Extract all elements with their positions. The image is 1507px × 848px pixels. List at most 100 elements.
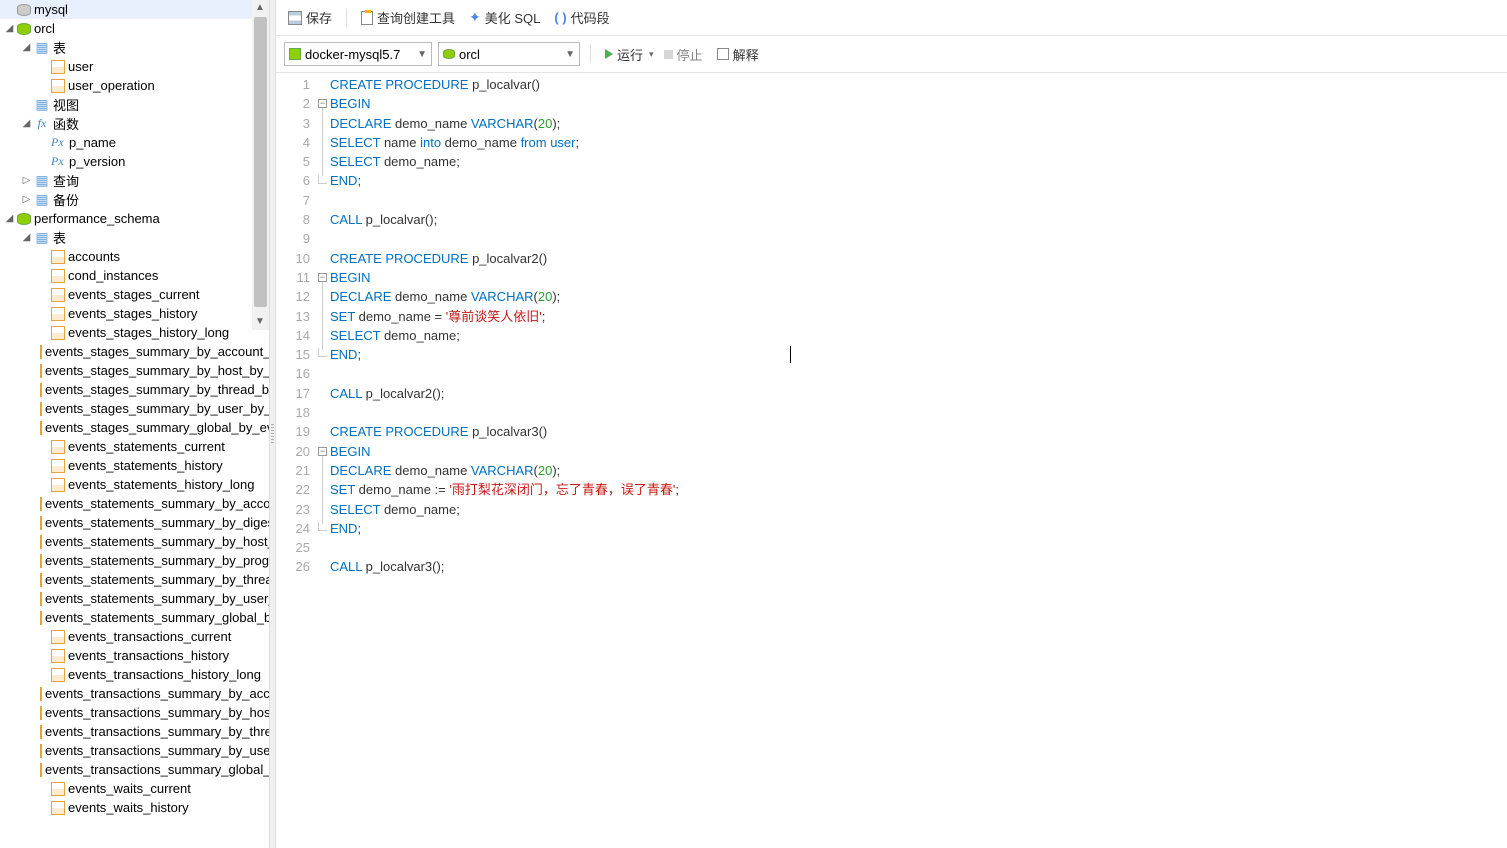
expand-icon[interactable] bbox=[38, 327, 49, 338]
folder-tables[interactable]: ◢表 bbox=[0, 38, 269, 57]
code-line[interactable]: SELECT demo_name; bbox=[330, 326, 1507, 345]
explain-button[interactable]: 解释 bbox=[713, 43, 763, 66]
code-line[interactable]: DECLARE demo_name VARCHAR(20); bbox=[330, 287, 1507, 306]
table-user[interactable]: user bbox=[0, 57, 269, 76]
table-events_stages_summary_global_by_event_name[interactable]: events_stages_summary_global_by_event_na… bbox=[0, 418, 269, 437]
fold-toggle[interactable]: − bbox=[318, 99, 327, 108]
folder-tables-perf[interactable]: ◢表 bbox=[0, 228, 269, 247]
code-line[interactable] bbox=[330, 403, 1507, 422]
stop-button[interactable]: 停止 bbox=[660, 43, 707, 66]
fold-toggle[interactable]: − bbox=[318, 273, 327, 282]
expand-icon[interactable]: ◢ bbox=[21, 232, 32, 243]
code-line[interactable] bbox=[330, 364, 1507, 383]
db-performance-schema[interactable]: ◢performance_schema bbox=[0, 209, 269, 228]
code-line[interactable]: CREATE PROCEDURE p_localvar() bbox=[330, 75, 1507, 94]
database-combo[interactable]: orcl ▼ bbox=[438, 42, 580, 66]
beautify-button[interactable]: ✦ 美化 SQL bbox=[465, 6, 544, 29]
code-line[interactable]: BEGIN bbox=[330, 442, 1507, 461]
code-line[interactable]: DECLARE demo_name VARCHAR(20); bbox=[330, 461, 1507, 480]
code-line[interactable]: SELECT demo_name; bbox=[330, 500, 1507, 519]
table-events_transactions_summary_by_host_by_event_name[interactable]: events_transactions_summary_by_host_by_e… bbox=[0, 703, 269, 722]
table-events_stages_history[interactable]: events_stages_history bbox=[0, 304, 269, 323]
expand-icon[interactable] bbox=[38, 650, 49, 661]
table-events_transactions_summary_by_thread_by_event_name[interactable]: events_transactions_summary_by_thread_by… bbox=[0, 722, 269, 741]
code-line[interactable]: END; bbox=[330, 171, 1507, 190]
func-p_name[interactable]: Pxp_name bbox=[0, 133, 269, 152]
code-line[interactable]: CREATE PROCEDURE p_localvar3() bbox=[330, 422, 1507, 441]
table-events_stages_summary_by_user_by_event_name[interactable]: events_stages_summary_by_user_by_event_n… bbox=[0, 399, 269, 418]
code-area[interactable]: CREATE PROCEDURE p_localvar()BEGINDECLAR… bbox=[330, 75, 1507, 848]
table-events_statements_history_long[interactable]: events_statements_history_long bbox=[0, 475, 269, 494]
code-line[interactable] bbox=[330, 538, 1507, 557]
expand-icon[interactable] bbox=[38, 251, 49, 262]
db-mysql[interactable]: mysql bbox=[0, 0, 269, 19]
table-events_statements_summary_global_by_event_name[interactable]: events_statements_summary_global_by_even… bbox=[0, 608, 269, 627]
table-accounts[interactable]: accounts bbox=[0, 247, 269, 266]
folder-query[interactable]: ▷查询 bbox=[0, 171, 269, 190]
expand-icon[interactable]: ▷ bbox=[21, 175, 32, 186]
code-line[interactable]: CREATE PROCEDURE p_localvar2() bbox=[330, 249, 1507, 268]
scrollbar-thumb[interactable] bbox=[254, 17, 267, 307]
sql-editor[interactable]: 1234567891011121314151617181920212223242… bbox=[276, 73, 1507, 848]
sidebar-scrollbar[interactable]: ▲ ▼ bbox=[252, 0, 269, 330]
db-orcl[interactable]: ◢orcl bbox=[0, 19, 269, 38]
expand-icon[interactable] bbox=[38, 80, 49, 91]
table-user_operation[interactable]: user_operation bbox=[0, 76, 269, 95]
code-line[interactable]: SET demo_name = '尊前谈笑人依旧'; bbox=[330, 307, 1507, 326]
expand-icon[interactable] bbox=[38, 802, 49, 813]
expand-icon[interactable]: ◢ bbox=[21, 42, 32, 53]
expand-icon[interactable] bbox=[38, 669, 49, 680]
table-events_stages_history_long[interactable]: events_stages_history_long bbox=[0, 323, 269, 342]
query-builder-button[interactable]: 查询创建工具 bbox=[357, 6, 459, 29]
expand-icon[interactable] bbox=[38, 61, 49, 72]
table-events_transactions_summary_global_by_event_name[interactable]: events_transactions_summary_global_by_ev… bbox=[0, 760, 269, 779]
folder-backup[interactable]: ▷备份 bbox=[0, 190, 269, 209]
fold-toggle[interactable]: − bbox=[318, 447, 327, 456]
code-line[interactable]: BEGIN bbox=[330, 268, 1507, 287]
code-line[interactable]: END; bbox=[330, 519, 1507, 538]
code-line[interactable]: SELECT demo_name; bbox=[330, 152, 1507, 171]
table-events_statements_current[interactable]: events_statements_current bbox=[0, 437, 269, 456]
run-button[interactable]: 运行 bbox=[601, 43, 647, 66]
folder-views[interactable]: 视图 bbox=[0, 95, 269, 114]
db-tree-sidebar[interactable]: mysql◢orcl◢表useruser_operation视图◢函数Pxp_n… bbox=[0, 0, 270, 848]
expand-icon[interactable]: ▷ bbox=[21, 194, 32, 205]
expand-icon[interactable] bbox=[4, 4, 15, 15]
code-line[interactable]: END; bbox=[330, 345, 1507, 364]
expand-icon[interactable] bbox=[38, 631, 49, 642]
code-line[interactable]: SET demo_name := '雨打梨花深闭门，忘了青春，误了青春'; bbox=[330, 480, 1507, 499]
expand-icon[interactable] bbox=[38, 460, 49, 471]
run-dropdown[interactable]: ▾ bbox=[649, 49, 654, 60]
expand-icon[interactable] bbox=[38, 441, 49, 452]
table-events_stages_current[interactable]: events_stages_current bbox=[0, 285, 269, 304]
folder-functions[interactable]: ◢函数 bbox=[0, 114, 269, 133]
table-events_statements_summary_by_user_by_event_name[interactable]: events_statements_summary_by_user_by_eve… bbox=[0, 589, 269, 608]
code-line[interactable]: SELECT name into demo_name from user; bbox=[330, 133, 1507, 152]
table-events_statements_summary_by_digest[interactable]: events_statements_summary_by_digest bbox=[0, 513, 269, 532]
expand-icon[interactable] bbox=[38, 137, 49, 148]
table-events_transactions_current[interactable]: events_transactions_current bbox=[0, 627, 269, 646]
table-events_statements_summary_by_account_by_event_name[interactable]: events_statements_summary_by_account_by_… bbox=[0, 494, 269, 513]
code-line[interactable]: BEGIN bbox=[330, 94, 1507, 113]
table-events_transactions_summary_by_account_by_event_name[interactable]: events_transactions_summary_by_account_b… bbox=[0, 684, 269, 703]
expand-icon[interactable] bbox=[38, 156, 49, 167]
snippet-button[interactable]: ( ) 代码段 bbox=[550, 6, 613, 29]
save-button[interactable]: 保存 bbox=[284, 6, 336, 29]
expand-icon[interactable]: ◢ bbox=[4, 23, 15, 34]
table-events_waits_current[interactable]: events_waits_current bbox=[0, 779, 269, 798]
table-events_transactions_history[interactable]: events_transactions_history bbox=[0, 646, 269, 665]
table-events_transactions_history_long[interactable]: events_transactions_history_long bbox=[0, 665, 269, 684]
code-line[interactable]: CALL p_localvar3(); bbox=[330, 557, 1507, 576]
expand-icon[interactable]: ◢ bbox=[4, 213, 15, 224]
expand-icon[interactable] bbox=[38, 308, 49, 319]
table-events_stages_summary_by_host_by_event_name[interactable]: events_stages_summary_by_host_by_event_n… bbox=[0, 361, 269, 380]
expand-icon[interactable] bbox=[38, 289, 49, 300]
expand-icon[interactable] bbox=[21, 99, 32, 110]
code-line[interactable] bbox=[330, 229, 1507, 248]
expand-icon[interactable] bbox=[38, 783, 49, 794]
code-line[interactable]: DECLARE demo_name VARCHAR(20); bbox=[330, 114, 1507, 133]
table-cond_instances[interactable]: cond_instances bbox=[0, 266, 269, 285]
table-events_statements_summary_by_thread_by_event_name[interactable]: events_statements_summary_by_thread_by_e… bbox=[0, 570, 269, 589]
table-events_statements_summary_by_program[interactable]: events_statements_summary_by_program bbox=[0, 551, 269, 570]
expand-icon[interactable] bbox=[38, 479, 49, 490]
